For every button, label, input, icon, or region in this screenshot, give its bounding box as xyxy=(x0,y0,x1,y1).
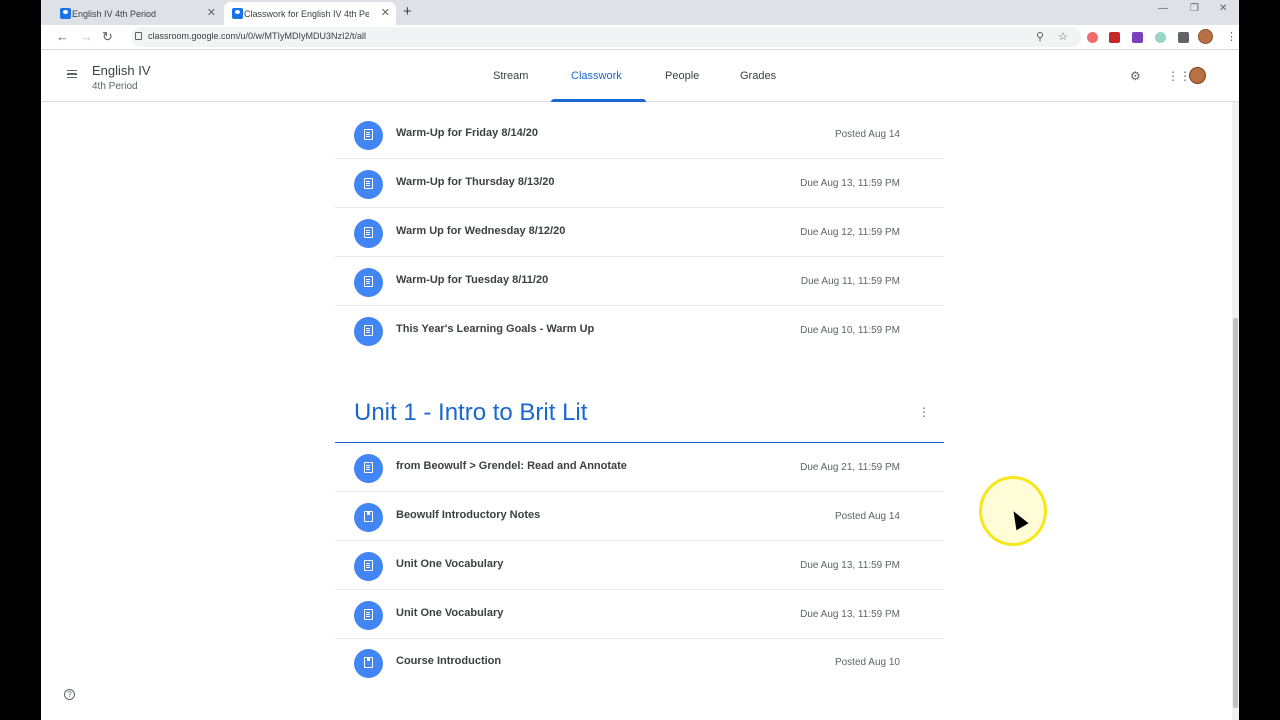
item-status: Posted Aug 10 xyxy=(834,657,900,668)
item-title[interactable]: Warm Up for Wednesday 8/12/20 xyxy=(396,225,565,237)
assignment-icon xyxy=(354,268,383,297)
new-tab-button[interactable]: + xyxy=(403,3,412,20)
list-item[interactable]: Beowulf Introductory Notes Posted Aug 14 xyxy=(335,492,944,541)
list-item[interactable]: Warm-Up for Thursday 8/13/20 Due Aug 13,… xyxy=(335,159,944,208)
apps-grid-icon[interactable]: ⋮⋮ xyxy=(1167,69,1191,83)
item-status: Due Aug 13, 11:59 PM xyxy=(800,560,900,571)
classroom-favicon-icon xyxy=(232,8,243,19)
tab-title: Classwork for English IV 4th Period xyxy=(244,8,369,19)
classroom-header: English IV 4th Period Stream Classwork P… xyxy=(41,51,1239,102)
tab-classwork[interactable]: Classwork xyxy=(571,70,622,82)
assignment-icon xyxy=(354,121,383,150)
classroom-favicon-icon xyxy=(60,8,71,19)
class-name[interactable]: English IV xyxy=(92,63,151,78)
list-item[interactable]: Unit One Vocabulary Due Aug 13, 11:59 PM xyxy=(335,590,944,639)
url-text[interactable]: classroom.google.com/u/0/w/MTIyMDIyMDU3N… xyxy=(148,31,366,41)
tab-people[interactable]: People xyxy=(665,70,699,82)
item-status: Due Aug 21, 11:59 PM xyxy=(800,462,900,473)
tab-title: English IV 4th Period xyxy=(72,8,157,19)
list-item[interactable]: This Year's Learning Goals - Warm Up Due… xyxy=(335,306,944,355)
assignment-icon xyxy=(354,219,383,248)
tab-close-icon[interactable]: ✕ xyxy=(381,6,390,19)
extension-icon[interactable] xyxy=(1109,32,1120,43)
item-status: Posted Aug 14 xyxy=(834,129,900,140)
assignment-icon xyxy=(354,317,383,346)
browser-tab-english[interactable]: English IV 4th Period ✕ xyxy=(52,2,222,25)
reload-icon[interactable]: ↻ xyxy=(102,29,113,45)
list-item[interactable]: Warm Up for Wednesday 8/12/20 Due Aug 12… xyxy=(335,208,944,257)
material-icon xyxy=(354,503,383,532)
user-avatar[interactable] xyxy=(1189,67,1206,84)
extension-icon[interactable] xyxy=(1132,32,1143,43)
topic-title[interactable]: Unit 1 - Intro to Brit Lit xyxy=(354,399,587,427)
help-icon[interactable]: ? xyxy=(64,689,75,700)
assignment-icon xyxy=(354,601,383,630)
item-title[interactable]: Warm-Up for Friday 8/14/20 xyxy=(396,127,538,139)
item-status: Due Aug 13, 11:59 PM xyxy=(800,609,900,620)
profile-avatar[interactable] xyxy=(1198,29,1213,44)
settings-gear-icon[interactable]: ⚙ xyxy=(1130,69,1141,83)
restore-icon[interactable]: ❐ xyxy=(1190,3,1199,14)
class-section: 4th Period xyxy=(92,81,138,92)
back-icon[interactable]: ← xyxy=(56,29,69,44)
window-close-icon[interactable]: ✕ xyxy=(1219,3,1227,14)
assignment-icon xyxy=(354,552,383,581)
material-icon xyxy=(354,649,383,678)
item-title[interactable]: Warm-Up for Thursday 8/13/20 xyxy=(396,176,555,188)
assignment-icon xyxy=(354,454,383,483)
forward-icon[interactable]: → xyxy=(80,29,93,44)
item-title[interactable]: Unit One Vocabulary xyxy=(396,607,503,619)
list-item[interactable]: Unit One Vocabulary Due Aug 13, 11:59 PM xyxy=(335,541,944,590)
item-status: Due Aug 12, 11:59 PM xyxy=(800,227,900,238)
scrollbar-thumb[interactable] xyxy=(1233,318,1238,708)
minimize-icon[interactable]: — xyxy=(1158,3,1168,14)
topic-header: Unit 1 - Intro to Brit Lit ⋮ xyxy=(335,383,944,443)
item-status: Posted Aug 14 xyxy=(834,511,900,522)
tab-stream[interactable]: Stream xyxy=(493,70,528,82)
item-title[interactable]: Unit One Vocabulary xyxy=(396,558,503,570)
bookmark-star-icon[interactable]: ☆ xyxy=(1058,30,1068,43)
extension-icon[interactable] xyxy=(1155,32,1166,43)
item-status: Due Aug 13, 11:59 PM xyxy=(800,178,900,189)
item-title[interactable]: Beowulf Introductory Notes xyxy=(396,509,540,521)
screen: English IV 4th Period ✕ Classwork for En… xyxy=(41,0,1239,720)
tab-grades[interactable]: Grades xyxy=(740,70,776,82)
browser-tab-strip: English IV 4th Period ✕ Classwork for En… xyxy=(41,0,1239,25)
browser-toolbar: ← → ↻ classroom.google.com/u/0/w/MTIyMDI… xyxy=(41,25,1239,50)
list-item[interactable]: Course Introduction Posted Aug 10 xyxy=(335,638,944,687)
lock-icon xyxy=(135,32,142,40)
list-item[interactable]: from Beowulf > Grendel: Read and Annotat… xyxy=(335,443,944,492)
item-title[interactable]: Warm-Up for Tuesday 8/11/20 xyxy=(396,274,548,286)
extension-icon[interactable] xyxy=(1087,32,1098,43)
list-item[interactable]: Warm-Up for Tuesday 8/11/20 Due Aug 11, … xyxy=(335,257,944,306)
chrome-menu-icon[interactable]: ⋮ xyxy=(1226,30,1237,43)
item-status: Due Aug 10, 11:59 PM xyxy=(800,325,900,336)
tab-close-icon[interactable]: ✕ xyxy=(207,6,216,19)
item-title[interactable]: This Year's Learning Goals - Warm Up xyxy=(396,323,594,335)
zoom-icon[interactable]: ⚲ xyxy=(1036,30,1044,43)
extensions-puzzle-icon[interactable] xyxy=(1178,32,1189,43)
assignment-icon xyxy=(354,170,383,199)
topic-more-icon[interactable]: ⋮ xyxy=(918,405,930,419)
address-bar[interactable]: classroom.google.com/u/0/w/MTIyMDIyMDU3N… xyxy=(131,27,1081,47)
item-title[interactable]: Course Introduction xyxy=(396,655,501,667)
list-item[interactable]: Warm-Up for Friday 8/14/20 Posted Aug 14 xyxy=(335,110,944,159)
item-status: Due Aug 11, 11:59 PM xyxy=(800,276,900,287)
classwork-list: Warm-Up for Friday 8/14/20 Posted Aug 14… xyxy=(41,102,1239,720)
browser-tab-classwork[interactable]: Classwork for English IV 4th Period ✕ xyxy=(224,2,396,25)
item-title[interactable]: from Beowulf > Grendel: Read and Annotat… xyxy=(396,460,627,472)
menu-icon[interactable] xyxy=(67,70,77,78)
